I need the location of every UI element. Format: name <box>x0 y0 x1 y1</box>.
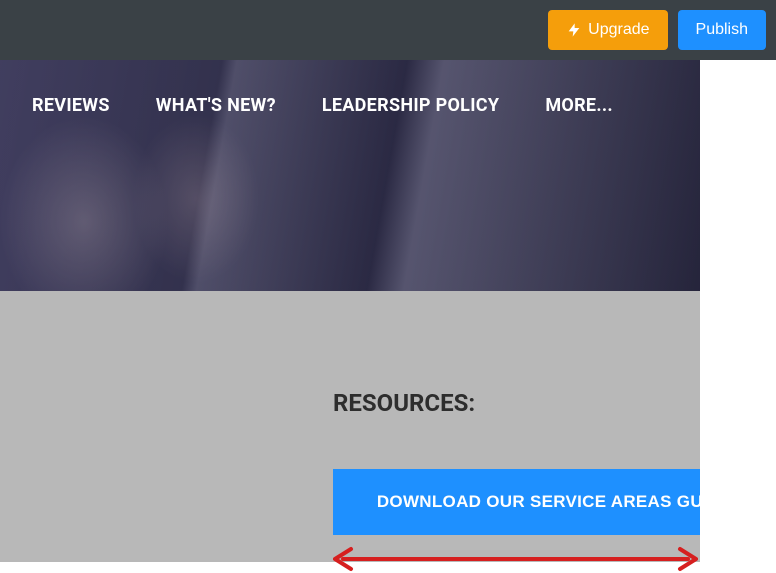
site-navbar: REVIEWS WHAT'S NEW? LEADERSHIP POLICY MO… <box>32 95 613 116</box>
nav-item-leadership[interactable]: LEADERSHIP POLICY <box>322 95 499 116</box>
nav-item-reviews[interactable]: REVIEWS <box>32 95 110 116</box>
nav-item-whatsnew[interactable]: WHAT'S NEW? <box>156 95 276 116</box>
content-section: RESOURCES: DOWNLOAD OUR SERVICE AREAS GU… <box>0 291 700 562</box>
hero-section: REVIEWS WHAT'S NEW? LEADERSHIP POLICY MO… <box>0 60 700 291</box>
publish-button[interactable]: Publish <box>678 10 766 50</box>
upgrade-button[interactable]: Upgrade <box>548 10 667 50</box>
annotation-arrow-icon <box>333 545 698 573</box>
page-right-margin <box>700 60 776 562</box>
nav-item-more[interactable]: MORE... <box>545 95 613 116</box>
editor-topbar: Upgrade Publish <box>0 0 776 60</box>
publish-label: Publish <box>696 21 748 39</box>
download-guide-label: DOWNLOAD OUR SERVICE AREAS GUIDE <box>377 492 732 512</box>
resources-heading: RESOURCES: <box>333 389 475 417</box>
upgrade-label: Upgrade <box>588 21 649 39</box>
bolt-icon <box>566 22 582 38</box>
